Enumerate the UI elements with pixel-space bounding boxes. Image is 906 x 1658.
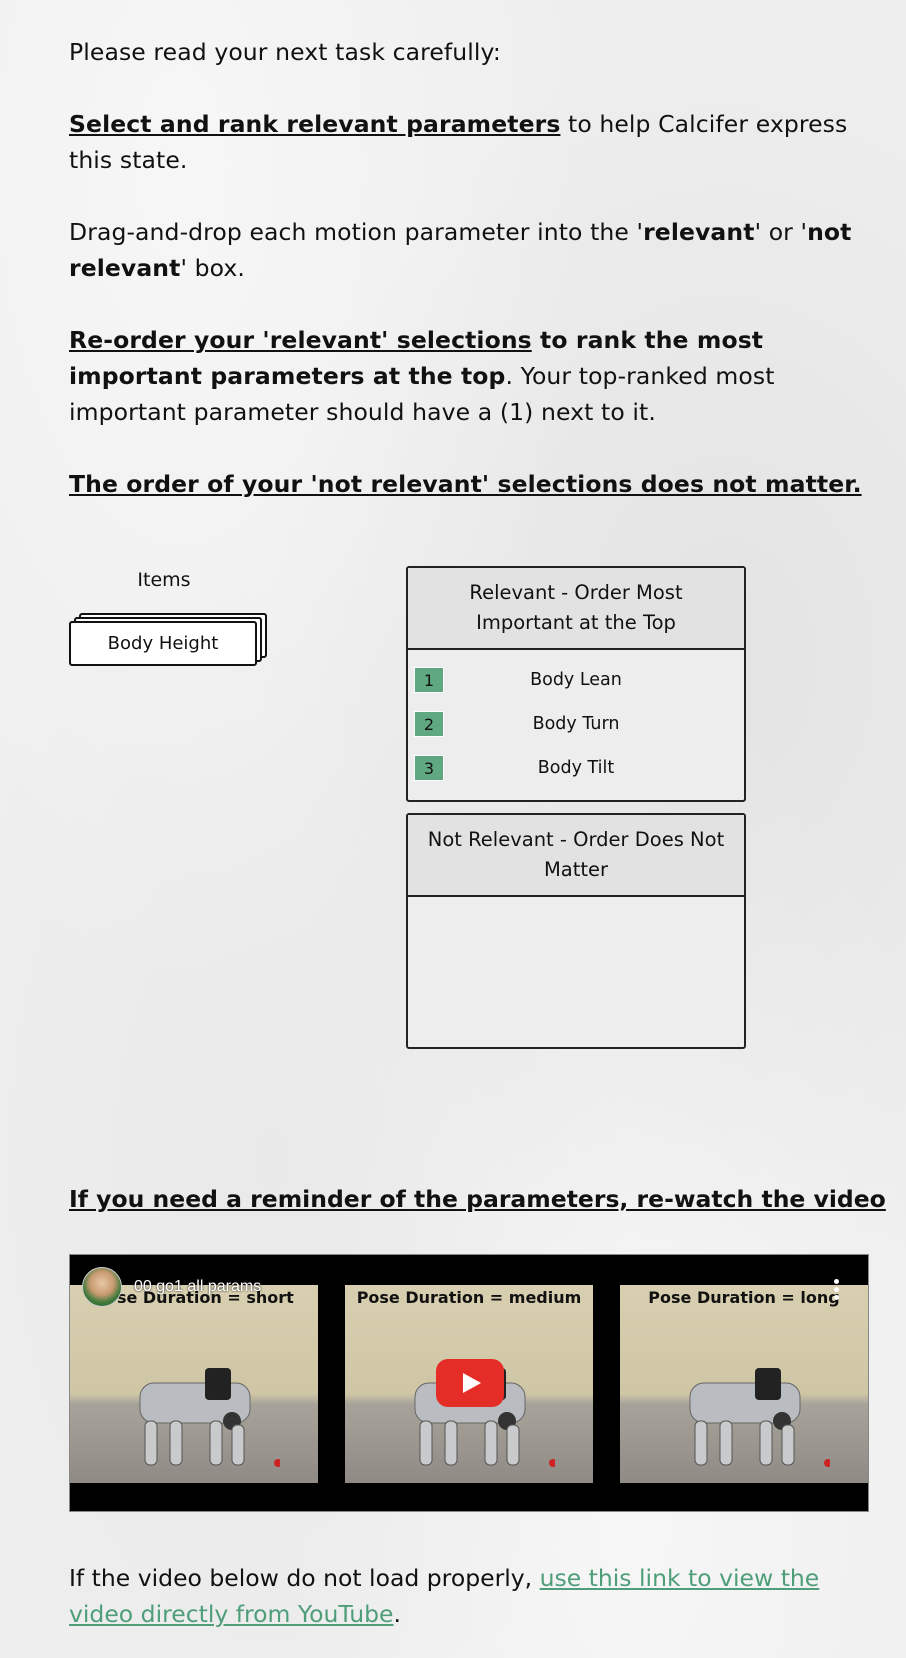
relevant-box[interactable]: Relevant - Order Most Important at the T… <box>406 566 746 802</box>
channel-avatar[interactable] <box>82 1267 122 1307</box>
drag-text: Drag-and-drop each motion parameter into… <box>69 214 869 286</box>
not-relevant-note: The order of your 'not relevant' selecti… <box>69 466 869 502</box>
video-frame: Pose Duration = short <box>70 1285 318 1483</box>
task-bold: Select and rank relevant parameters <box>69 110 561 138</box>
drag-pre: Drag-and-drop each motion parameter into… <box>69 218 644 246</box>
instructions: Please read your next task carefully: Se… <box>69 34 869 538</box>
robot-dog-image <box>689 1368 830 1467</box>
video-title[interactable]: 00 go1 all params <box>134 1278 261 1296</box>
item-card-stack[interactable]: Body Height <box>69 613 274 673</box>
fallback-pre: If the video below do not load properly, <box>69 1564 540 1592</box>
youtube-video-embed[interactable]: Pose Duration = short Pose Duration = me… <box>69 1254 869 1512</box>
relevant-item-label: Body Lean <box>530 670 622 690</box>
relevant-item[interactable]: 1 Body Lean <box>408 658 744 702</box>
robot-dog-image <box>139 1368 280 1467</box>
rank-badge: 3 <box>414 755 444 781</box>
relevant-item-label: Body Turn <box>532 714 620 734</box>
drag-relevant: relevant <box>643 218 755 246</box>
reorder-underlined: Re-order your 'relevant' selections <box>69 326 532 354</box>
video-heading-text: If you need a reminder of the parameters… <box>69 1185 886 1213</box>
fallback-post: . <box>393 1600 401 1628</box>
drag-mid: ' or ' <box>754 218 808 246</box>
play-button-icon[interactable] <box>436 1359 504 1407</box>
intro-text: Please read your next task carefully: <box>69 38 501 66</box>
rank-badge: 2 <box>414 711 444 737</box>
video-fallback-text: If the video below do not load properly,… <box>69 1560 869 1632</box>
reorder-text: Re-order your 'relevant' selections to r… <box>69 322 869 430</box>
relevant-item[interactable]: 3 Body Tilt <box>408 746 744 790</box>
items-title: Items <box>137 569 191 591</box>
drag-post: ' box. <box>180 254 245 282</box>
more-options-icon[interactable] <box>834 1279 840 1303</box>
relevant-item-label: Body Tilt <box>537 758 615 778</box>
item-card-body-height[interactable]: Body Height <box>69 621 257 666</box>
rank-badge: 1 <box>414 667 444 693</box>
video-header: 00 go1 all params <box>82 1267 261 1307</box>
video-frame: Pose Duration = long <box>620 1285 868 1483</box>
video-heading: If you need a reminder of the parameters… <box>69 1181 889 1217</box>
task-text: Select and rank relevant parameters to h… <box>69 106 869 178</box>
frame-caption: Pose Duration = medium <box>356 1288 582 1307</box>
not-relevant-box[interactable]: Not Relevant - Order Does Not Matter <box>406 813 746 1049</box>
relevant-item[interactable]: 2 Body Turn <box>408 702 744 746</box>
relevant-box-title: Relevant - Order Most Important at the T… <box>408 568 744 650</box>
not-relevant-drop-zone[interactable] <box>408 897 744 1047</box>
not-relevant-note-text: The order of your 'not relevant' selecti… <box>69 470 862 498</box>
items-column: Items Body Height <box>69 565 279 673</box>
not-relevant-box-title: Not Relevant - Order Does Not Matter <box>408 815 744 897</box>
frame-caption: Pose Duration = long <box>648 1288 840 1307</box>
relevant-list: 1 Body Lean 2 Body Turn 3 Body Tilt <box>408 650 744 790</box>
